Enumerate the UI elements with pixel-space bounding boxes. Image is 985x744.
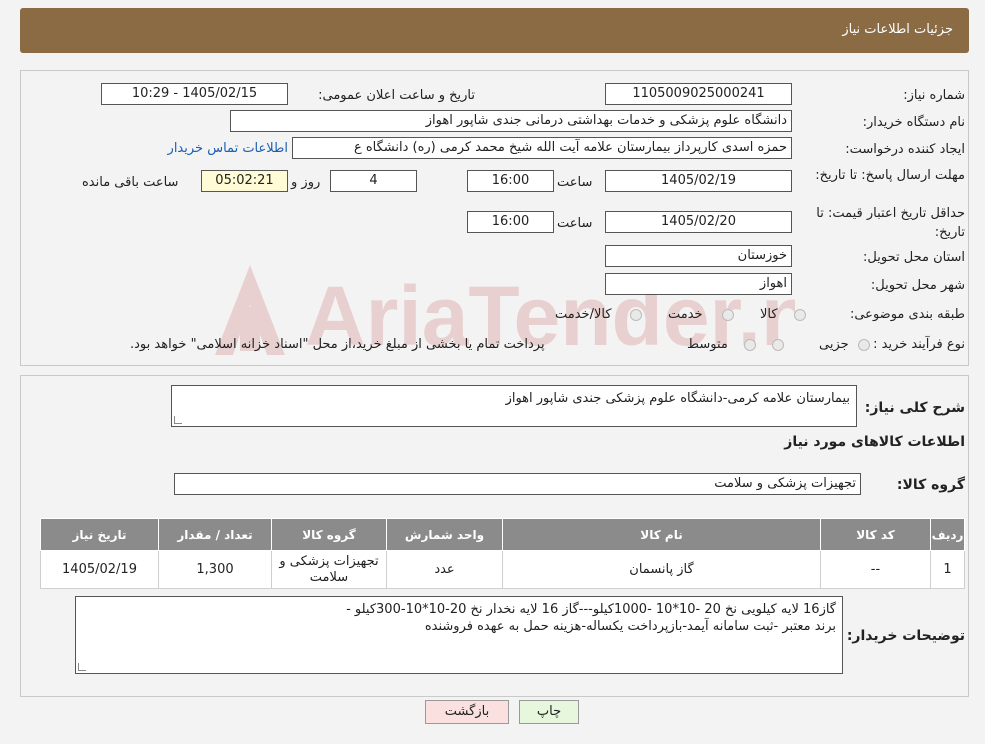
creator-label: ایجاد کننده درخواست: — [845, 142, 965, 157]
col-group: گروه کالا — [271, 518, 387, 551]
deadline-label: مهلت ارسال پاسخ: تا تاریخ: — [815, 168, 965, 183]
buyer-notes-field: گاز16 لایه کیلویی نخ 20 -10*10 -1000کیلو… — [75, 596, 843, 674]
resize-grip-icon[interactable] — [174, 416, 182, 424]
col-name: نام کالا — [502, 518, 821, 551]
buyer-contact-link[interactable]: اطلاعات تماس خریدار — [168, 141, 288, 156]
page-title: جزئیات اطلاعات نیاز — [842, 22, 953, 37]
table-row[interactable]: 1 -- گاز پانسمان عدد تجهیزات پزشکی و سلا… — [40, 550, 965, 589]
goods-group-label: گروه کالا: — [896, 477, 965, 493]
deadline-time-field: 16:00 — [467, 170, 554, 192]
cell-need-date: 1405/02/19 — [40, 550, 159, 589]
category-option-service-label: خدمت — [668, 307, 703, 322]
category-option-goods-label: کالا — [760, 307, 778, 322]
goods-table: ردیف کد کالا نام کالا واحد شمارش گروه کا… — [40, 518, 965, 589]
validity-time-field: 16:00 — [467, 211, 554, 233]
col-row: ردیف — [930, 518, 965, 551]
need-description-label: شرح کلی نیاز: — [864, 400, 965, 416]
cell-row: 1 — [930, 550, 965, 589]
cell-name: گاز پانسمان — [502, 550, 821, 589]
col-code: کد کالا — [820, 518, 931, 551]
validity-time-label: ساعت — [557, 216, 593, 231]
category-label: طبقه بندی موضوعی: — [849, 307, 965, 322]
page-header: جزئیات اطلاعات نیاز — [20, 8, 969, 53]
creator-field: حمزه اسدی کارپرداز بیمارستان علامه آیت ا… — [292, 137, 792, 159]
buyer-notes-line-1: گاز16 لایه کیلویی نخ 20 -10*10 -1000کیلو… — [346, 602, 836, 617]
city-field: اهواز — [605, 273, 792, 295]
category-option-both-label: کالا/خدمت — [555, 307, 612, 322]
process-type-label: نوع فرآیند خرید : — [873, 337, 965, 352]
goods-table-header-row: ردیف کد کالا نام کالا واحد شمارش گروه کا… — [40, 518, 965, 551]
need-description-text: بیمارستان علامه کرمی-دانشگاه علوم پزشکی … — [505, 391, 850, 406]
col-qty: تعداد / مقدار — [158, 518, 272, 551]
province-label: استان محل تحویل: — [863, 250, 965, 265]
province-field: خوزستان — [605, 245, 792, 267]
days-label: روز و — [291, 175, 321, 190]
cell-qty: 1,300 — [158, 550, 272, 589]
process-option-medium-label: متوسط — [687, 337, 728, 352]
col-need-date: تاریخ نیاز — [40, 518, 159, 551]
cell-group: تجهیزات پزشکی و سلامت — [271, 550, 387, 589]
need-description-field: بیمارستان علامه کرمی-دانشگاه علوم پزشکی … — [171, 385, 857, 427]
announce-label: تاریخ و ساعت اعلان عمومی: — [318, 88, 475, 103]
buyer-org-field: دانشگاه علوم پزشکی و خدمات بهداشتی درمان… — [230, 110, 792, 132]
resize-grip-icon[interactable] — [78, 663, 86, 671]
announce-datetime-field: 1405/02/15 - 10:29 — [101, 83, 288, 105]
buyer-notes-line-2: برند معتبر -ثبت سامانه آیمد-بازپرداخت یک… — [424, 619, 836, 634]
print-button[interactable]: چاپ — [519, 700, 579, 724]
buyer-notes-label: توضیحات خریدار: — [846, 628, 965, 644]
days-remaining-field: 4 — [330, 170, 417, 192]
validity-date-field: 1405/02/20 — [605, 211, 792, 233]
goods-group-field: تجهیزات پزشکی و سلامت — [174, 473, 861, 495]
goods-info-title: اطلاعات کالاهای مورد نیاز — [784, 434, 965, 450]
category-option-service-radio[interactable] — [722, 309, 734, 321]
remaining-time-label: ساعت باقی مانده — [82, 175, 179, 190]
process-option-minor-radio[interactable] — [858, 339, 870, 351]
back-button[interactable]: بازگشت — [425, 700, 509, 724]
category-option-both-radio[interactable] — [630, 309, 642, 321]
treasury-payment-note: پرداخت تمام یا بخشی از مبلغ خرید،از محل … — [130, 337, 545, 352]
treasury-payment-checkbox[interactable] — [772, 339, 784, 351]
remaining-time-field: 05:02:21 — [201, 170, 288, 192]
buyer-org-label: نام دستگاه خریدار: — [862, 115, 965, 130]
need-number-field: 1105009025000241 — [605, 83, 792, 105]
price-validity-label: حداقل تاریخ اعتبار قیمت: تا تاریخ: — [816, 206, 965, 240]
need-number-label: شماره نیاز: — [903, 88, 965, 103]
category-option-goods-radio[interactable] — [794, 309, 806, 321]
cell-unit: عدد — [386, 550, 503, 589]
cell-code: -- — [820, 550, 931, 589]
city-label: شهر محل تحویل: — [870, 278, 965, 293]
deadline-time-label: ساعت — [557, 175, 593, 190]
deadline-date-field: 1405/02/19 — [605, 170, 792, 192]
col-unit: واحد شمارش — [386, 518, 503, 551]
process-option-medium-radio[interactable] — [744, 339, 756, 351]
process-option-minor-label: جزیی — [819, 337, 849, 352]
